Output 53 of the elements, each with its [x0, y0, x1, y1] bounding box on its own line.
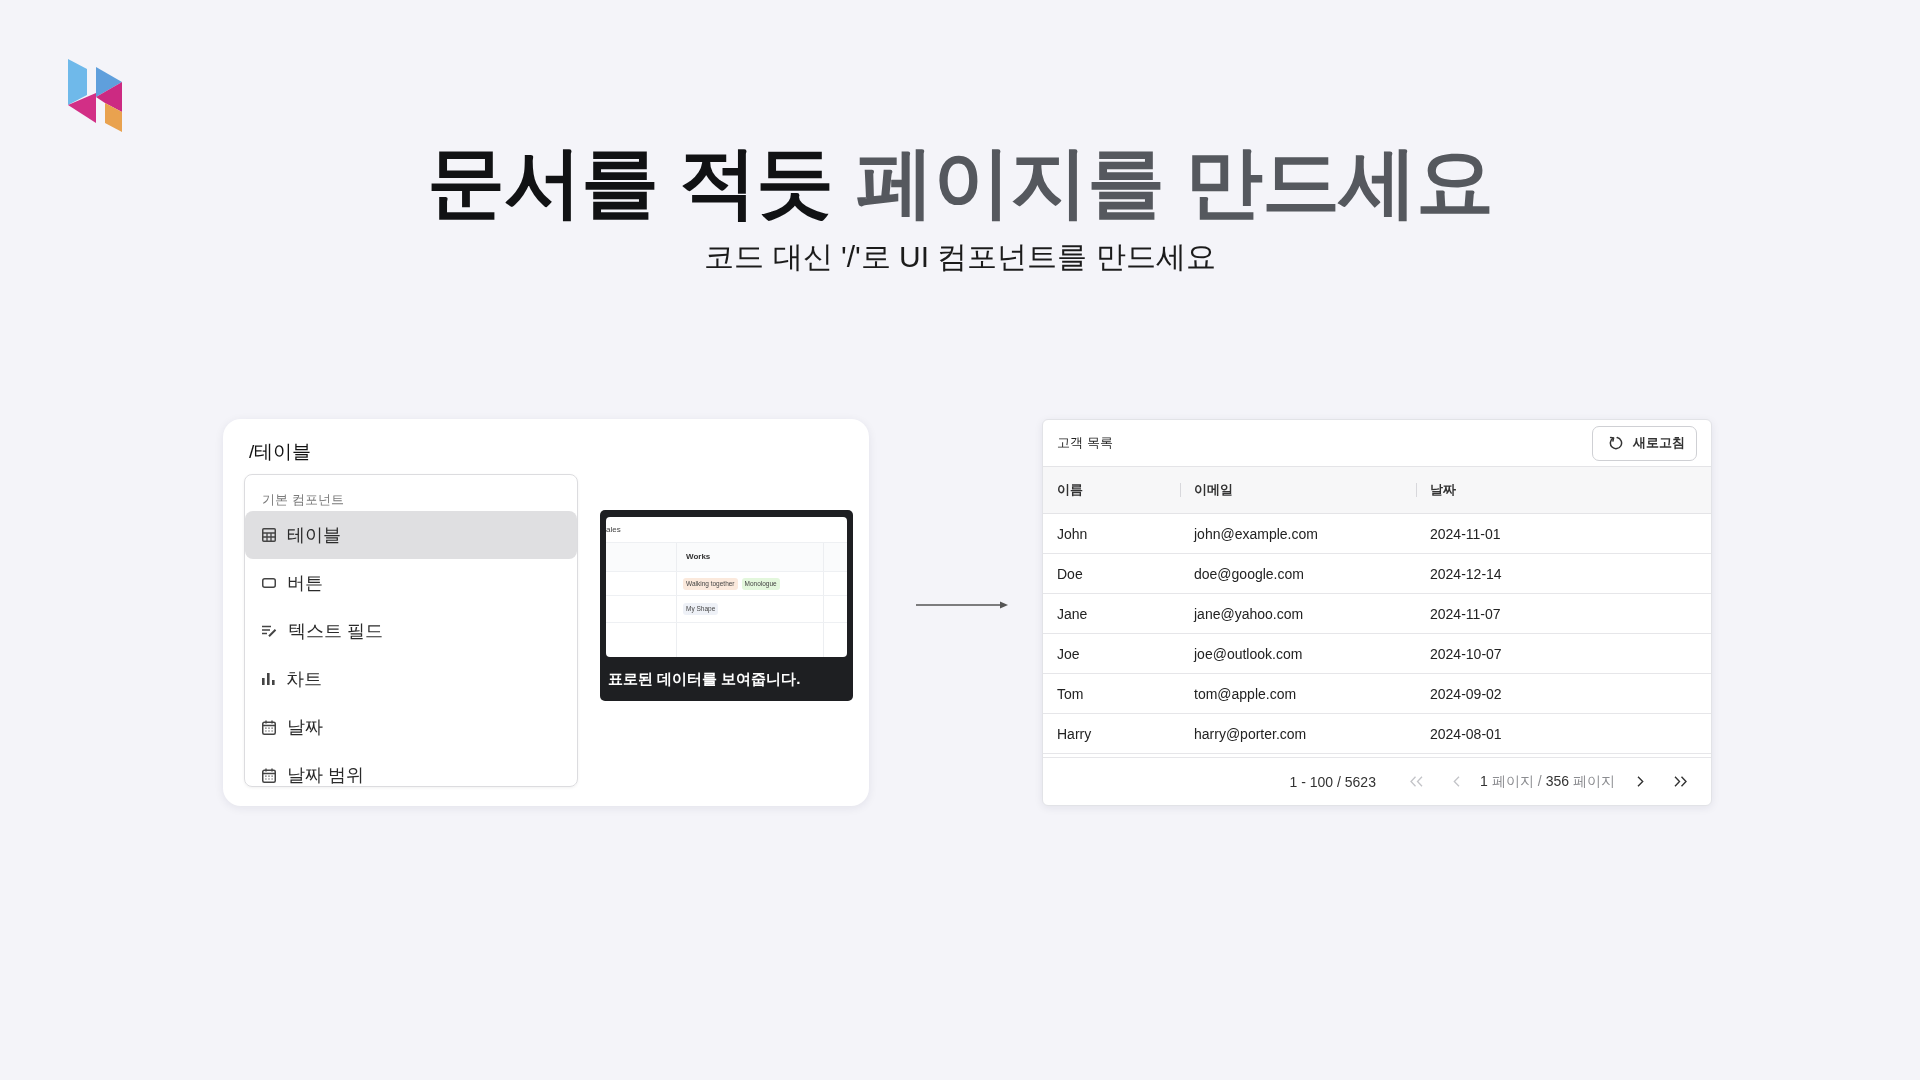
slash-query: /테이블	[249, 440, 313, 464]
table-cell-text: 2024-12-14	[1429, 565, 1503, 582]
logo-icon	[68, 59, 122, 132]
page-status: 1 페이지 / 356 페이지	[1479, 772, 1615, 791]
table-cell-text: Jane	[1056, 605, 1089, 622]
table-cell-text: 2024-11-01	[1429, 525, 1502, 542]
refresh-icon	[1609, 436, 1623, 450]
menu-item[interactable]: 테이블	[245, 511, 577, 559]
table-cell-text: joe@outlook.com	[1192, 645, 1304, 662]
table-icon	[262, 528, 276, 542]
menu-item[interactable]: 버튼	[245, 559, 577, 607]
rectangle-icon	[262, 578, 276, 588]
column-header[interactable]: 이름	[1043, 481, 1180, 499]
menu-section-label: 기본 컴포넌트	[261, 491, 345, 509]
table-cell-text: john@example.com	[1192, 525, 1319, 542]
menu-item[interactable]: 차트	[245, 655, 577, 703]
table-cell-text: tom@apple.com	[1193, 685, 1298, 702]
menu-item[interactable]: 텍스트 필드	[245, 607, 577, 655]
chevron-right-icon	[1637, 776, 1644, 787]
table-cell-text: Tom	[1056, 685, 1085, 702]
preview-caption: 표로된 데이터를 보여줍니다.	[608, 669, 802, 689]
refresh-button[interactable]: 새로고침	[1592, 425, 1697, 461]
calendar-icon	[262, 767, 276, 783]
snippet-title: ales	[606, 524, 621, 535]
menu-item[interactable]: 날짜 범위	[245, 751, 577, 786]
table-cell-text: 2024-11-07	[1429, 605, 1502, 622]
table-cell-text: jane@yahoo.com	[1192, 605, 1305, 622]
table-cell-text: 2024-08-01	[1429, 725, 1503, 742]
table-cell-text: 2024-09-02	[1429, 685, 1503, 702]
last-page-button[interactable]	[1674, 776, 1687, 787]
table-cell-text: Harry	[1056, 725, 1093, 742]
chevron-left-icon	[1452, 776, 1460, 787]
bar-chart-icon	[262, 673, 275, 685]
column-header[interactable]: 이메일	[1180, 481, 1416, 499]
table-cell-text: Joe	[1056, 645, 1081, 662]
lines-pencil-icon	[262, 625, 277, 637]
menu-item[interactable]: 날짜	[245, 703, 577, 751]
table-cell-text: Doe	[1056, 565, 1084, 582]
calendar-icon	[262, 719, 276, 735]
subtitle: 코드 대신 '/'로 UI 컴포넌트를 만드세요	[703, 239, 1217, 275]
next-page-button[interactable]	[1637, 776, 1644, 787]
table-title: 고객 목록	[1057, 434, 1113, 452]
table-cell-text: John	[1056, 525, 1089, 542]
column-header: Works	[686, 552, 711, 562]
row-range: 1 - 100 / 5623	[1289, 773, 1376, 790]
table-cell-text: doe@google.com	[1193, 565, 1305, 582]
right-arrow-icon	[916, 600, 1008, 610]
table-cell-text: harry@porter.com	[1193, 725, 1308, 742]
double-chevron-left-icon	[1409, 776, 1423, 787]
column-header[interactable]: 날짜	[1416, 481, 1711, 499]
headline: 문서를 적듯 페이지를 만드세요	[426, 137, 1494, 228]
table-cell-text: 2024-10-07	[1429, 645, 1503, 662]
double-chevron-right-icon	[1674, 776, 1687, 787]
